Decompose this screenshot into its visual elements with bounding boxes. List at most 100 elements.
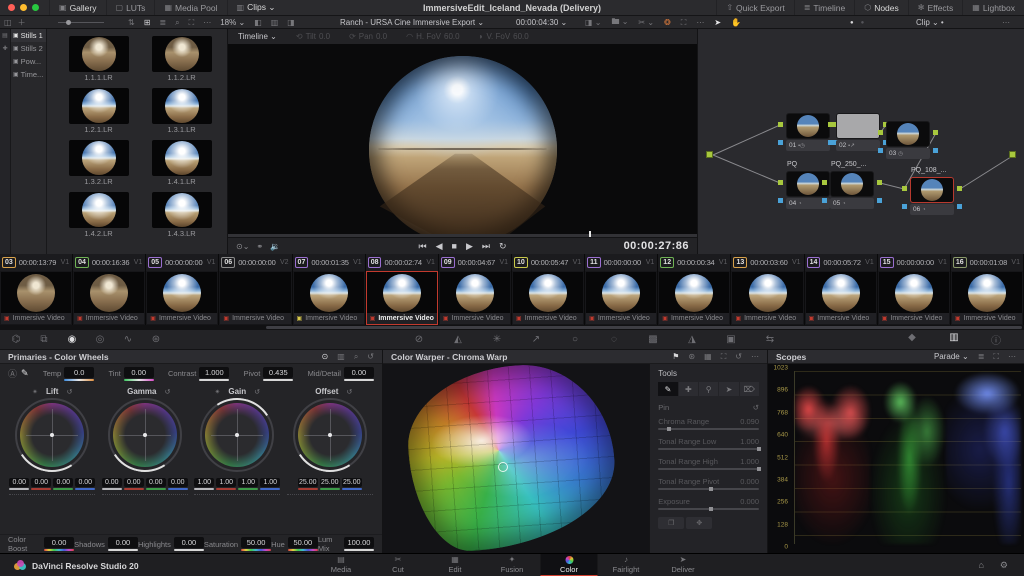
list-view-icon[interactable]: ≣ — [159, 18, 166, 27]
color-wheel[interactable] — [108, 398, 182, 472]
pin-reset-icon[interactable]: ↺ — [753, 403, 759, 412]
rgb-connector[interactable] — [822, 180, 827, 185]
node-graph[interactable]: 01▪◷02▪↗03◷PQ04◔PQ_250_...05◔PQ_108_...0… — [698, 29, 1024, 254]
adjustment-value[interactable]: 0.00 — [344, 367, 374, 378]
chroma-warp-gamut[interactable] — [383, 364, 649, 553]
top-button-gallery[interactable]: ▣Gallery — [49, 0, 106, 15]
gallery-palette-icon[interactable]: ▣ — [717, 334, 745, 345]
grid-view-icon[interactable]: ⊞ — [144, 18, 151, 27]
gallery-still[interactable]: 1.4.2.LR — [57, 192, 140, 238]
vfov-value[interactable]: 60.0 — [513, 32, 529, 41]
param-value[interactable]: 0.090 — [740, 417, 759, 426]
nodes-more-icon[interactable]: ⋯ — [1002, 18, 1010, 27]
step-back-icon[interactable]: ◀ — [436, 241, 443, 252]
bars-mode-icon[interactable]: ▥ — [337, 352, 345, 362]
blur-icon[interactable]: ○ — [561, 334, 589, 345]
timeline-clip[interactable]: 1300:00:03:60V1▣Immersive Video — [731, 254, 804, 325]
stop-icon[interactable]: ■ — [452, 241, 457, 252]
timeline-clip[interactable]: 1200:00:00:34V1▣Immersive Video — [658, 254, 731, 325]
add-pin-tool[interactable]: ✚ — [679, 382, 698, 396]
album-item[interactable]: ▣Stills 1 — [11, 29, 46, 42]
key-connector[interactable] — [877, 198, 882, 203]
rgb-connector[interactable] — [902, 186, 907, 191]
page-tab-media[interactable]: ▤Media — [313, 554, 370, 576]
node-page-dot[interactable]: ● — [850, 20, 854, 26]
project-manager-icon[interactable]: ⌂ — [978, 560, 983, 571]
param-value[interactable]: 0.000 — [740, 477, 759, 486]
clip-thumbnail[interactable] — [147, 272, 217, 313]
node-02[interactable]: 02▪↗ — [836, 113, 882, 151]
hdr-grade-icon[interactable]: ◎ — [86, 334, 114, 345]
slider-handle[interactable] — [709, 487, 713, 491]
warper-reset-icon[interactable]: ↺ — [735, 352, 742, 362]
hand-tool-icon[interactable]: ✋ — [731, 18, 741, 27]
sizing-icon[interactable]: ▩ — [639, 334, 667, 345]
rgb-connector[interactable] — [877, 180, 882, 185]
wheel-channel-value[interactable]: 1.00 — [216, 478, 236, 487]
footer-value[interactable]: 0.00 — [174, 537, 204, 548]
key-connector[interactable] — [822, 198, 827, 203]
top-button-nodes[interactable]: ⬡Nodes — [854, 0, 908, 15]
still-thumbnail[interactable] — [152, 36, 212, 72]
top-button-effects[interactable]: ✻Effects — [908, 0, 963, 15]
warper-flag-icon[interactable]: ⚑ — [672, 352, 679, 362]
keyframes-icon[interactable]: ◆ — [898, 332, 926, 347]
param-slider[interactable] — [658, 508, 759, 510]
camera-icon[interactable]: ⊙⌄ — [236, 242, 249, 251]
clip-thumbnail[interactable] — [659, 272, 729, 313]
gallery-still[interactable]: 1.1.2.LR — [140, 36, 223, 82]
timeline-clip[interactable]: 1500:00:00:00V1▣Immersive Video — [878, 254, 951, 325]
split-view-icon[interactable]: ▥ — [271, 18, 279, 27]
rgb-connector[interactable] — [878, 130, 883, 135]
viewer-source-dropdown[interactable]: Ranch - URSA Cine Immersive Export ⌄ — [340, 16, 484, 29]
viewer-more-icon[interactable]: ⋯ — [696, 18, 704, 27]
adjustment-value[interactable]: 0.00 — [124, 367, 154, 378]
adjustment-value[interactable]: 1.000 — [199, 367, 229, 378]
scopes-icon[interactable]: ▥ — [940, 332, 968, 347]
viewer-canvas[interactable] — [228, 44, 697, 237]
gallery-still[interactable]: 1.3.2.LR — [57, 140, 140, 186]
wheel-channel-value[interactable]: 0.00 — [9, 478, 29, 487]
key-icon[interactable]: ◌ — [600, 334, 628, 345]
clip-thumbnail[interactable] — [440, 272, 510, 313]
param-value[interactable]: 0.000 — [740, 497, 759, 506]
top-button-luts[interactable]: ▢LUTs — [106, 0, 155, 15]
wheel-reset-icon[interactable]: ↺ — [164, 388, 170, 396]
page-tab-color[interactable]: Color — [541, 554, 598, 576]
warp-draw-tool[interactable]: ✎ — [658, 382, 677, 396]
node-page-dot-2[interactable]: ● — [861, 20, 865, 26]
wheel-channel-value[interactable]: 0.00 — [75, 478, 95, 487]
gallery-still[interactable]: 1.4.3.LR — [140, 192, 223, 238]
color-wheel[interactable] — [200, 398, 274, 472]
node-view-dropdown[interactable]: Clip ⌄ • — [916, 16, 944, 29]
rgb-connector[interactable] — [778, 122, 783, 127]
clip-thumbnail[interactable] — [220, 272, 290, 313]
grab-still-icon[interactable]: ＋ — [18, 17, 26, 28]
stills-strip-icon[interactable]: ▤ — [2, 32, 8, 39]
gallery-still[interactable]: 1.3.1.LR — [140, 88, 223, 134]
key-connector[interactable] — [957, 204, 962, 209]
fullscreen-icon[interactable]: ⛶ — [681, 18, 687, 28]
reset-primaries-icon[interactable]: ↺ — [367, 352, 374, 362]
album-item[interactable]: ▣Stills 2 — [11, 42, 46, 55]
node-output-square[interactable] — [1009, 151, 1016, 158]
key-connector[interactable] — [933, 148, 938, 153]
viewer-timecode-entry[interactable]: 00:00:04:30 ⌄ — [516, 16, 567, 29]
wheel-channel-value[interactable]: 25.00 — [320, 478, 340, 487]
split-screen-icon[interactable]: ✂ ⌄ — [638, 18, 654, 27]
page-tab-deliver[interactable]: ➤Deliver — [655, 554, 712, 576]
maximize-window-icon[interactable] — [32, 4, 39, 11]
enhanced-view-icon[interactable]: ◨ — [287, 18, 295, 27]
settings-gear-icon[interactable]: ⚙ — [1000, 560, 1008, 571]
pan-value[interactable]: 0.0 — [376, 32, 387, 41]
hfov-value[interactable]: 60.0 — [444, 32, 460, 41]
timeline-clip[interactable]: 1400:00:05:72V1▣Immersive Video — [805, 254, 878, 325]
wheel-channel-value[interactable]: 0.00 — [53, 478, 73, 487]
clip-thumbnail[interactable] — [1, 272, 71, 313]
rgb-connector[interactable] — [828, 122, 833, 127]
node-06[interactable]: PQ_108_...06◔ — [910, 177, 956, 215]
param-slider[interactable] — [658, 428, 759, 430]
adjustment-value[interactable]: 0.435 — [263, 367, 293, 378]
still-thumbnail[interactable] — [152, 140, 212, 176]
close-window-icon[interactable] — [8, 4, 15, 11]
